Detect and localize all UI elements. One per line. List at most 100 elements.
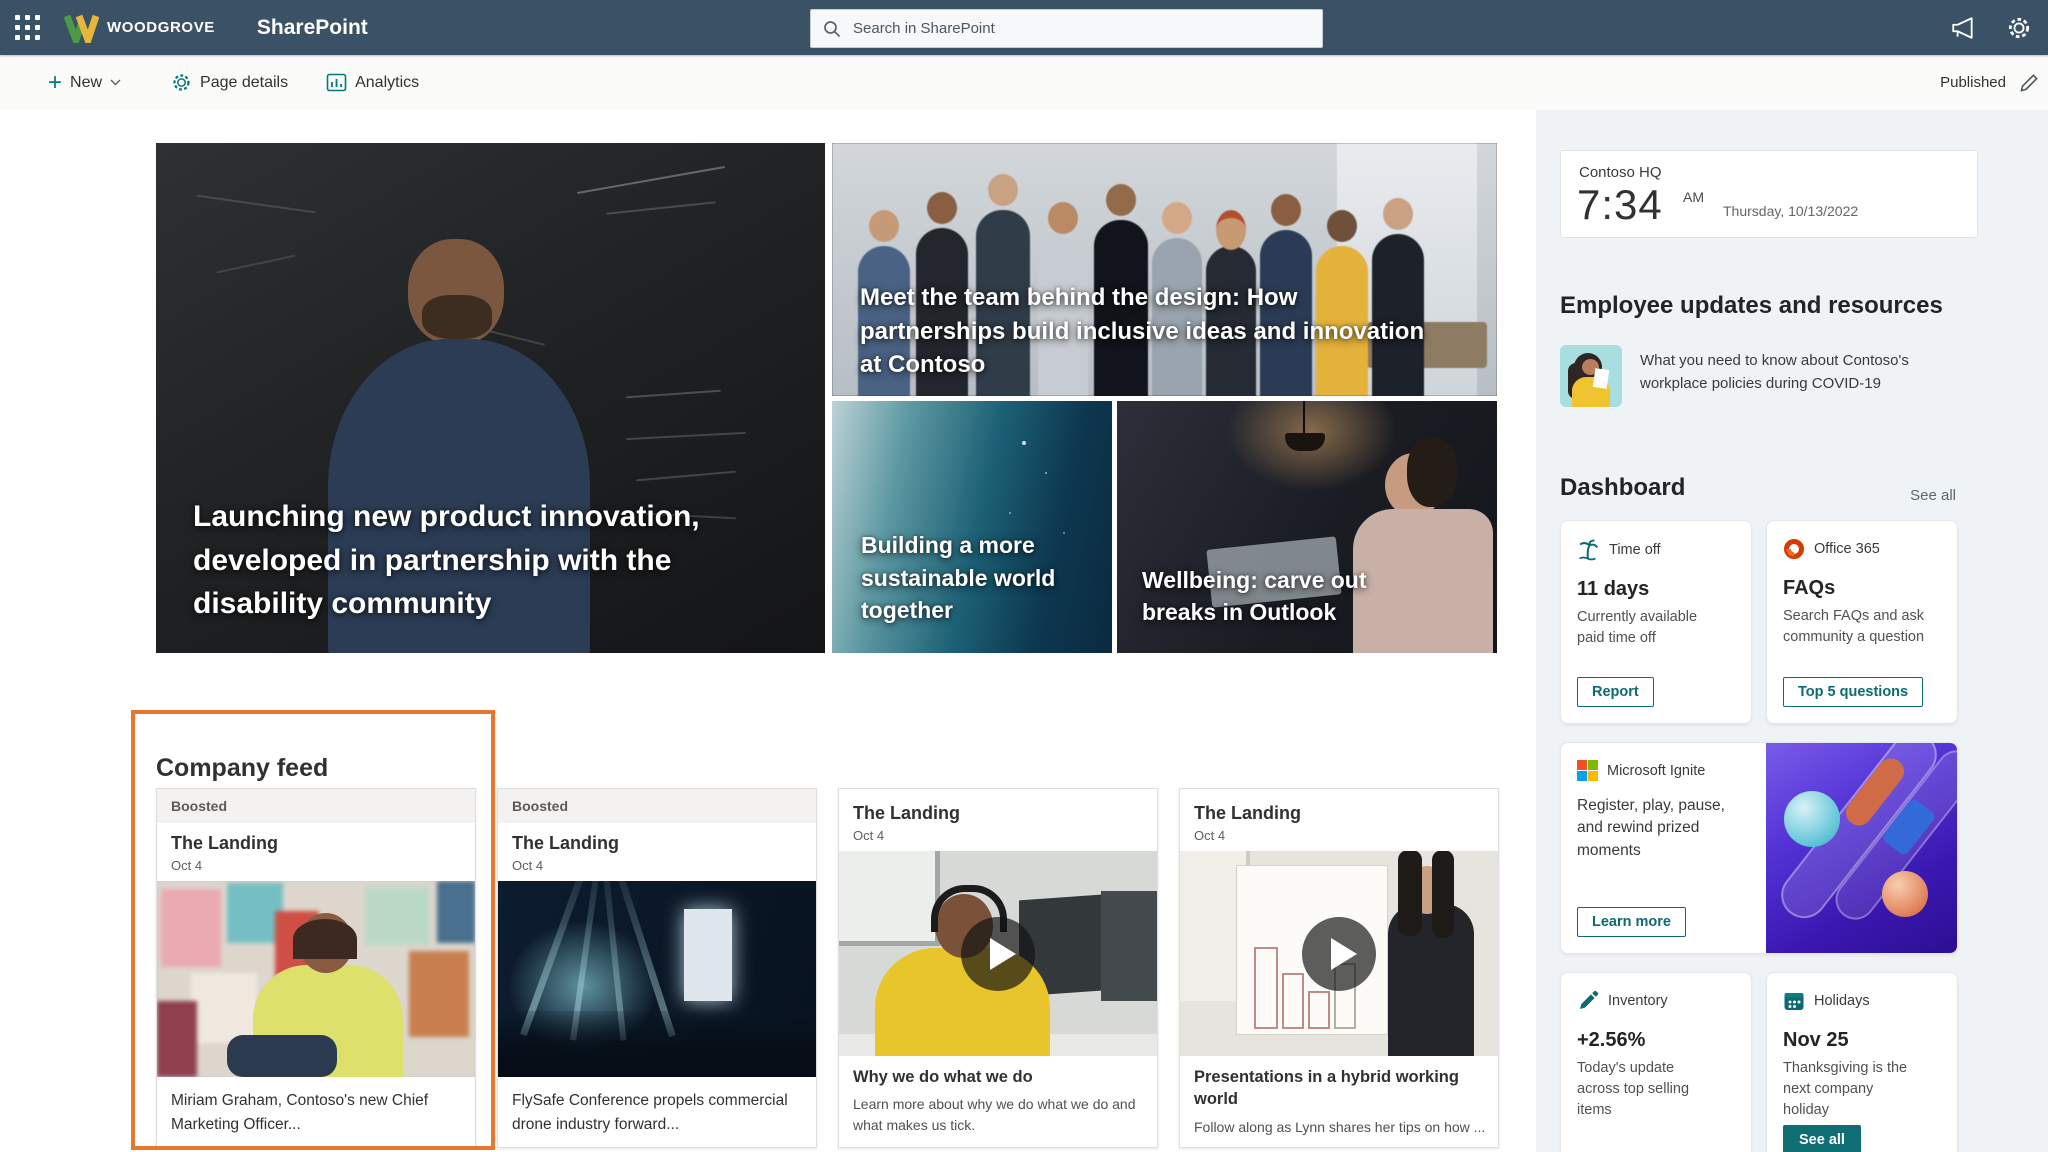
updates-heading: Employee updates and resources (1560, 292, 1943, 320)
palm-tree-icon (1577, 538, 1600, 561)
analytics-label: Analytics (355, 74, 419, 92)
search-box[interactable] (810, 9, 1323, 48)
dashboard-app-label: Inventory (1608, 993, 1668, 1009)
logo-text: WOODGROVE (107, 19, 215, 36)
dashboard-heading: Dashboard (1560, 474, 1685, 502)
dashboard-card-ignite[interactable]: Microsoft Ignite Register, play, pause, … (1560, 742, 1958, 954)
feed-video-thumb-presentation (1180, 851, 1498, 1056)
dashboard-app-label: Holidays (1814, 993, 1870, 1009)
feed-date: Oct 4 (171, 858, 461, 873)
dashboard-card-holidays[interactable]: Holidays Nov 25 Thanksgiving is the next… (1766, 972, 1958, 1152)
hero-card-wellbeing[interactable]: Wellbeing: carve out breaks in Outlook (1117, 401, 1497, 653)
calendar-icon (1783, 990, 1805, 1012)
suite-bar: WOODGROVE SharePoint (0, 0, 2048, 55)
feed-card-why-we-do[interactable]: The Landing Oct 4 Why we do what we do L… (838, 788, 1158, 1148)
analytics-icon (326, 73, 347, 92)
page-details-button[interactable]: Page details (167, 66, 292, 99)
boosted-badge: Boosted (171, 798, 227, 814)
publish-status: Published (1940, 74, 2006, 91)
dashboard-headline: 11 days (1561, 561, 1751, 601)
feed-card-description: Learn more about why we do what we do an… (839, 1090, 1157, 1140)
app-launcher-icon[interactable] (0, 0, 55, 55)
megaphone-icon[interactable] (1950, 16, 1976, 40)
page-details-gear-icon (171, 72, 192, 93)
new-button-label: New (70, 74, 102, 92)
feed-card-title: FlySafe Conference propels commercial dr… (498, 1077, 818, 1149)
play-button[interactable] (1302, 917, 1376, 991)
settings-gear-icon[interactable] (2006, 15, 2032, 41)
dashboard-description: Currently available paid time off (1561, 601, 1743, 649)
page-details-label: Page details (200, 74, 288, 92)
feed-source: The Landing (1194, 803, 1484, 824)
inventory-pencil-icon (1577, 990, 1599, 1012)
feed-card-title: Miriam Graham, Contoso's new Chief Marke… (157, 1077, 477, 1149)
feed-card-title: Presentations in a hybrid working world (1180, 1056, 1490, 1113)
top-5-questions-button[interactable]: Top 5 questions (1783, 677, 1923, 707)
dashboard-card-inventory[interactable]: Inventory +2.56% Today's update across t… (1560, 972, 1752, 1152)
report-button[interactable]: Report (1577, 677, 1654, 707)
dashboard-headline: Nov 25 (1767, 1012, 1957, 1052)
dashboard-description: Search FAQs and ask community a question (1767, 600, 1949, 648)
clock-meridiem: AM (1683, 189, 1704, 205)
ignite-promo-image (1766, 743, 1957, 953)
play-button[interactable] (961, 917, 1035, 991)
dashboard-headline: +2.56% (1561, 1012, 1751, 1052)
feed-card-description: Follow along as Lynn shares her tips on … (1180, 1113, 1504, 1142)
dashboard-app-label: Microsoft Ignite (1607, 763, 1705, 779)
edit-pencil-icon[interactable] (2018, 72, 2040, 94)
feed-image-miriam (157, 881, 475, 1077)
new-button[interactable]: + New (44, 68, 125, 98)
hero-card-main[interactable]: Launching new product innovation, develo… (156, 143, 825, 653)
dashboard-description: Thanksgiving is the next company holiday (1767, 1052, 1939, 1121)
company-feed-heading: Company feed (156, 754, 328, 783)
dashboard-headline: FAQs (1767, 560, 1957, 600)
hero-card-sustainable[interactable]: Building a more sustainable world togeth… (832, 401, 1112, 653)
woodgrove-w-icon (63, 13, 99, 43)
feed-card-title: Why we do what we do (839, 1056, 1157, 1090)
feed-source: The Landing (512, 833, 802, 854)
dashboard-description: Today's update across top selling items (1561, 1052, 1733, 1121)
hero-main-title: Launching new product innovation, develo… (193, 495, 738, 625)
learn-more-button[interactable]: Learn more (1577, 907, 1686, 937)
chevron-down-icon (110, 79, 121, 86)
search-input[interactable] (851, 19, 1310, 38)
woodgrove-logo[interactable]: WOODGROVE (63, 13, 215, 43)
feed-card-presentations[interactable]: The Landing Oct 4 Presentations in a hyb… (1179, 788, 1499, 1148)
feed-date: Oct 4 (512, 858, 802, 873)
updates-list-item[interactable]: What you need to know about Contoso's wo… (1560, 345, 1980, 407)
updates-thumbnail (1560, 345, 1622, 407)
hero-card-team[interactable]: Meet the team behind the design: How par… (832, 143, 1497, 396)
right-rail: Contoso HQ 7:34 AM Thursday, 10/13/2022 … (1536, 110, 2048, 1152)
dashboard-card-faqs[interactable]: Office 365 FAQs Search FAQs and ask comm… (1766, 520, 1958, 724)
dashboard-app-label: Time off (1609, 542, 1661, 558)
clock-time: 7:34 (1577, 181, 1663, 229)
feed-source: The Landing (171, 833, 461, 854)
app-name[interactable]: SharePoint (257, 16, 368, 40)
dashboard-description: Register, play, pause, and rewind prized… (1561, 781, 1758, 862)
hero-team-title: Meet the team behind the design: How par… (860, 281, 1425, 382)
command-bar: + New Page details Analytics Published (0, 55, 2048, 110)
hero-wellbeing-title: Wellbeing: carve out breaks in Outlook (1142, 564, 1387, 629)
holidays-see-all-button[interactable]: See all (1783, 1125, 1861, 1152)
hero-sustainable-title: Building a more sustainable world togeth… (861, 529, 1066, 627)
sharepoint-page: WOODGROVE SharePoint + New (0, 0, 2048, 1152)
clock-date: Thursday, 10/13/2022 (1723, 203, 1858, 219)
boosted-badge: Boosted (512, 798, 568, 814)
dashboard-app-label: Office 365 (1814, 541, 1880, 557)
feed-video-thumb-support (839, 851, 1157, 1056)
feed-date: Oct 4 (1194, 828, 1484, 843)
analytics-button[interactable]: Analytics (322, 67, 423, 98)
feed-card-flysafe[interactable]: Boosted The Landing Oct 4 FlySafe Confer… (497, 788, 817, 1148)
feed-source: The Landing (853, 803, 1143, 824)
world-clock-card: Contoso HQ 7:34 AM Thursday, 10/13/2022 (1560, 150, 1978, 238)
office-365-icon (1783, 538, 1805, 560)
dashboard-card-time-off[interactable]: Time off 11 days Currently available pai… (1560, 520, 1752, 724)
dashboard-see-all-link[interactable]: See all (1910, 487, 1956, 504)
search-icon (823, 20, 841, 38)
updates-item-text: What you need to know about Contoso's wo… (1640, 345, 1975, 407)
feed-card-miriam[interactable]: Boosted The Landing Oct 4 Miriam Graham, (156, 788, 476, 1148)
clock-location: Contoso HQ (1579, 164, 1662, 181)
plus-icon: + (48, 75, 62, 91)
microsoft-logo-icon (1577, 760, 1598, 781)
feed-image-conference (498, 881, 816, 1077)
